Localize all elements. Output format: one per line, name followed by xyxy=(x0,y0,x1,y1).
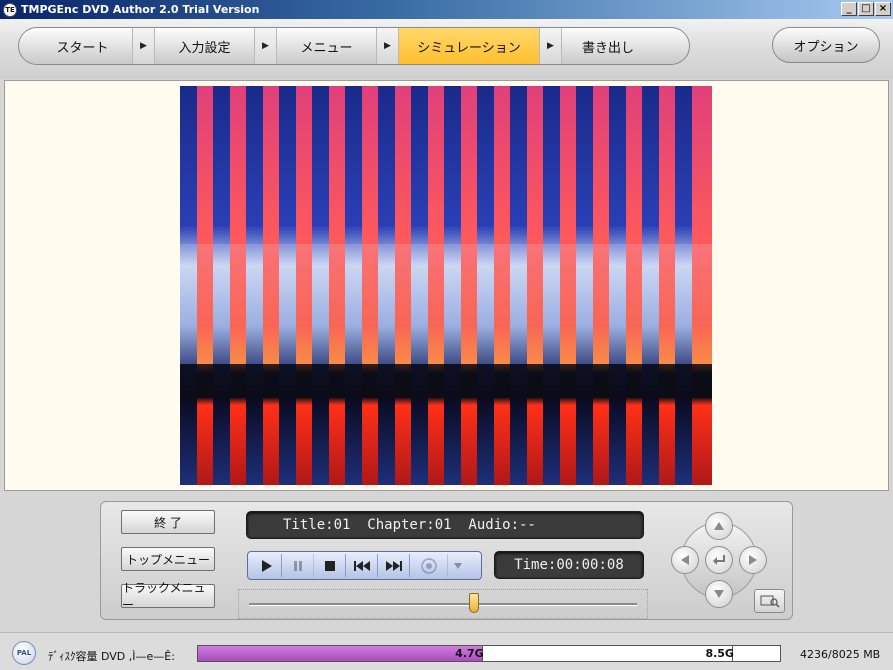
pause-button[interactable] xyxy=(282,554,314,577)
step-start[interactable]: スタート xyxy=(33,28,133,64)
stop-button[interactable] xyxy=(314,554,346,577)
time-display: Time:00:00:08 xyxy=(494,551,644,579)
minimize-button[interactable]: _ xyxy=(841,2,857,16)
close-button[interactable]: × xyxy=(875,2,891,16)
menu-preview-image[interactable] xyxy=(180,86,712,485)
up-arrow-icon xyxy=(714,522,724,530)
right-arrow-button[interactable] xyxy=(739,546,767,574)
step-menu[interactable]: メニュー xyxy=(277,28,377,64)
step-navigation: スタート ▶ 入力設定 ▶ メニュー ▶ シミュレーション ▶ 書き出し xyxy=(18,27,690,65)
angle-button[interactable] xyxy=(410,554,448,577)
right-arrow-icon xyxy=(749,555,757,565)
pause-icon xyxy=(293,560,302,571)
player-control-panel: 終 了 トップメニュー トラックメニュー Title:01 Chapter:01… xyxy=(100,501,793,620)
down-arrow-button[interactable] xyxy=(705,580,733,608)
app-icon: TE xyxy=(3,2,17,17)
menu-background-image xyxy=(180,86,712,485)
step-arrow-icon: ▶ xyxy=(540,28,562,64)
left-arrow-icon xyxy=(681,555,689,565)
previous-chapter-button[interactable] xyxy=(346,554,378,577)
capacity-max-label: 8.5G xyxy=(705,647,734,660)
down-arrow-icon xyxy=(714,590,724,598)
disc-capacity-label: ﾃﾞｨｽｸ容量 DVD ,Ì—e—Ê: xyxy=(48,650,175,663)
playback-info-display: Title:01 Chapter:01 Audio:-- xyxy=(246,511,644,539)
enter-icon xyxy=(713,555,725,565)
step-input-settings[interactable]: 入力設定 xyxy=(155,28,255,64)
window-title: TMPGEnc DVD Author 2.0 Trial Version xyxy=(21,3,260,16)
seek-handle[interactable] xyxy=(469,593,480,613)
preview-pane xyxy=(4,80,889,491)
maximize-button[interactable]: □ xyxy=(858,2,874,16)
title-bar: TE TMPGEnc DVD Author 2.0 Trial Version … xyxy=(0,0,893,19)
next-chapter-button[interactable] xyxy=(378,554,410,577)
zoom-preview-button[interactable] xyxy=(754,589,785,613)
angle-dropdown-button[interactable] xyxy=(448,554,468,577)
options-button[interactable]: オプション xyxy=(772,27,880,63)
transport-controls xyxy=(247,551,482,580)
status-bar: PAL ﾃﾞｨｽｸ容量 DVD ,Ì—e—Ê: 4.7G 8.5G 4236/8… xyxy=(0,632,893,670)
step-arrow-icon: ▶ xyxy=(133,28,155,64)
size-readout: 4236/8025 MB xyxy=(800,648,881,661)
step-output[interactable]: 書き出し xyxy=(562,28,654,64)
zoom-icon xyxy=(760,595,780,608)
end-button[interactable]: 終 了 xyxy=(121,510,215,534)
enter-button[interactable] xyxy=(705,546,733,574)
step-simulation[interactable]: シミュレーション xyxy=(399,28,540,64)
play-button[interactable] xyxy=(250,554,282,577)
step-arrow-icon: ▶ xyxy=(255,28,277,64)
angle-icon xyxy=(420,557,437,574)
left-arrow-button[interactable] xyxy=(671,546,699,574)
up-arrow-button[interactable] xyxy=(705,512,733,540)
skip-forward-icon xyxy=(385,560,402,571)
track-menu-button[interactable]: トラックメニュー xyxy=(121,581,215,612)
top-menu-button[interactable]: トップメニュー xyxy=(121,547,215,571)
stop-icon xyxy=(324,560,335,571)
step-arrow-icon: ▶ xyxy=(377,28,399,64)
top-toolbar: スタート ▶ 入力設定 ▶ メニュー ▶ シミュレーション ▶ 書き出し オプシ… xyxy=(0,19,893,79)
disc-capacity-bar: 4.7G 8.5G xyxy=(197,645,781,662)
seek-track xyxy=(249,603,637,606)
skip-back-icon xyxy=(353,560,370,571)
play-icon xyxy=(261,559,272,572)
seek-bar[interactable] xyxy=(238,589,648,619)
window-controls: _ □ × xyxy=(841,2,891,16)
pal-badge: PAL xyxy=(12,641,36,665)
capacity-used-label: 4.7G xyxy=(455,647,484,660)
chevron-down-icon xyxy=(454,562,462,569)
